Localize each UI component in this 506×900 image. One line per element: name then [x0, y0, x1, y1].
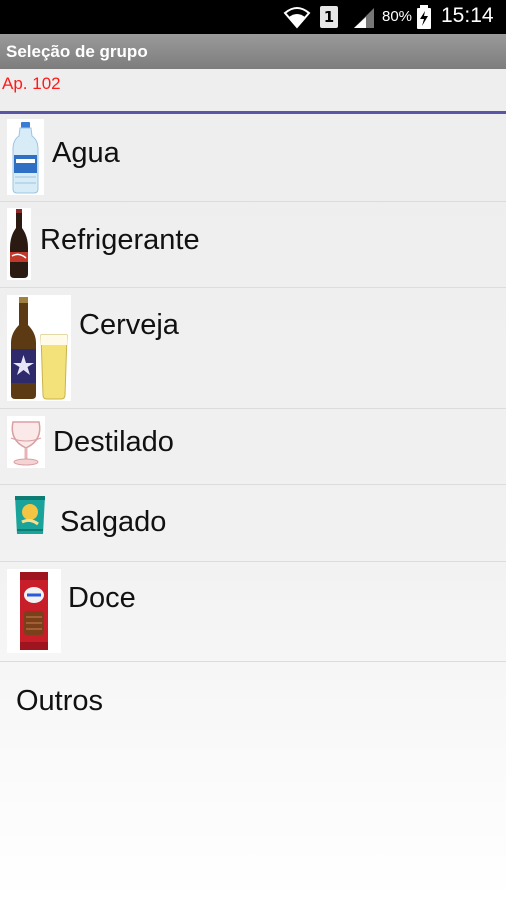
- apartment-header: Ap. 102: [0, 69, 506, 111]
- battery-charging-icon: [417, 5, 431, 29]
- list-item-label: Destilado: [53, 426, 174, 458]
- candy-bar-icon: [7, 569, 61, 653]
- wifi-icon: [283, 7, 311, 29]
- snack-bag-icon: [12, 492, 48, 538]
- list-item-outros[interactable]: Outros: [0, 661, 506, 741]
- status-bar: 1 80% 15:14: [0, 0, 506, 34]
- status-clock: 15:14: [441, 4, 494, 27]
- water-bottle-icon: [7, 119, 44, 195]
- list-item-label: Refrigerante: [40, 224, 200, 256]
- list-item-agua[interactable]: Agua: [0, 114, 506, 202]
- list-item-label: Cerveja: [79, 309, 179, 341]
- list-item-destilado[interactable]: Destilado: [0, 408, 506, 485]
- sim-1-icon: 1: [320, 6, 338, 28]
- list-item-salgado[interactable]: Salgado: [0, 484, 506, 562]
- list-item-label: Salgado: [60, 506, 167, 538]
- page-title: Seleção de grupo: [6, 42, 148, 61]
- list-item-label: Outros: [16, 685, 104, 717]
- soda-bottle-icon: [7, 208, 31, 280]
- apartment-label: Ap. 102: [2, 74, 61, 93]
- list-item-cerveja[interactable]: Cerveja: [0, 287, 506, 409]
- beer-bottle-glass-icon: [7, 295, 71, 401]
- list-item-label: Agua: [52, 137, 120, 169]
- cognac-glass-icon: [7, 416, 45, 468]
- title-bar: Seleção de grupo: [0, 34, 506, 69]
- signal-icon: [354, 8, 374, 28]
- list-item-refrigerante[interactable]: Refrigerante: [0, 201, 506, 288]
- list-item-label: Doce: [68, 582, 136, 614]
- battery-percentage: 80%: [382, 8, 413, 25]
- list-item-doce[interactable]: Doce: [0, 561, 506, 662]
